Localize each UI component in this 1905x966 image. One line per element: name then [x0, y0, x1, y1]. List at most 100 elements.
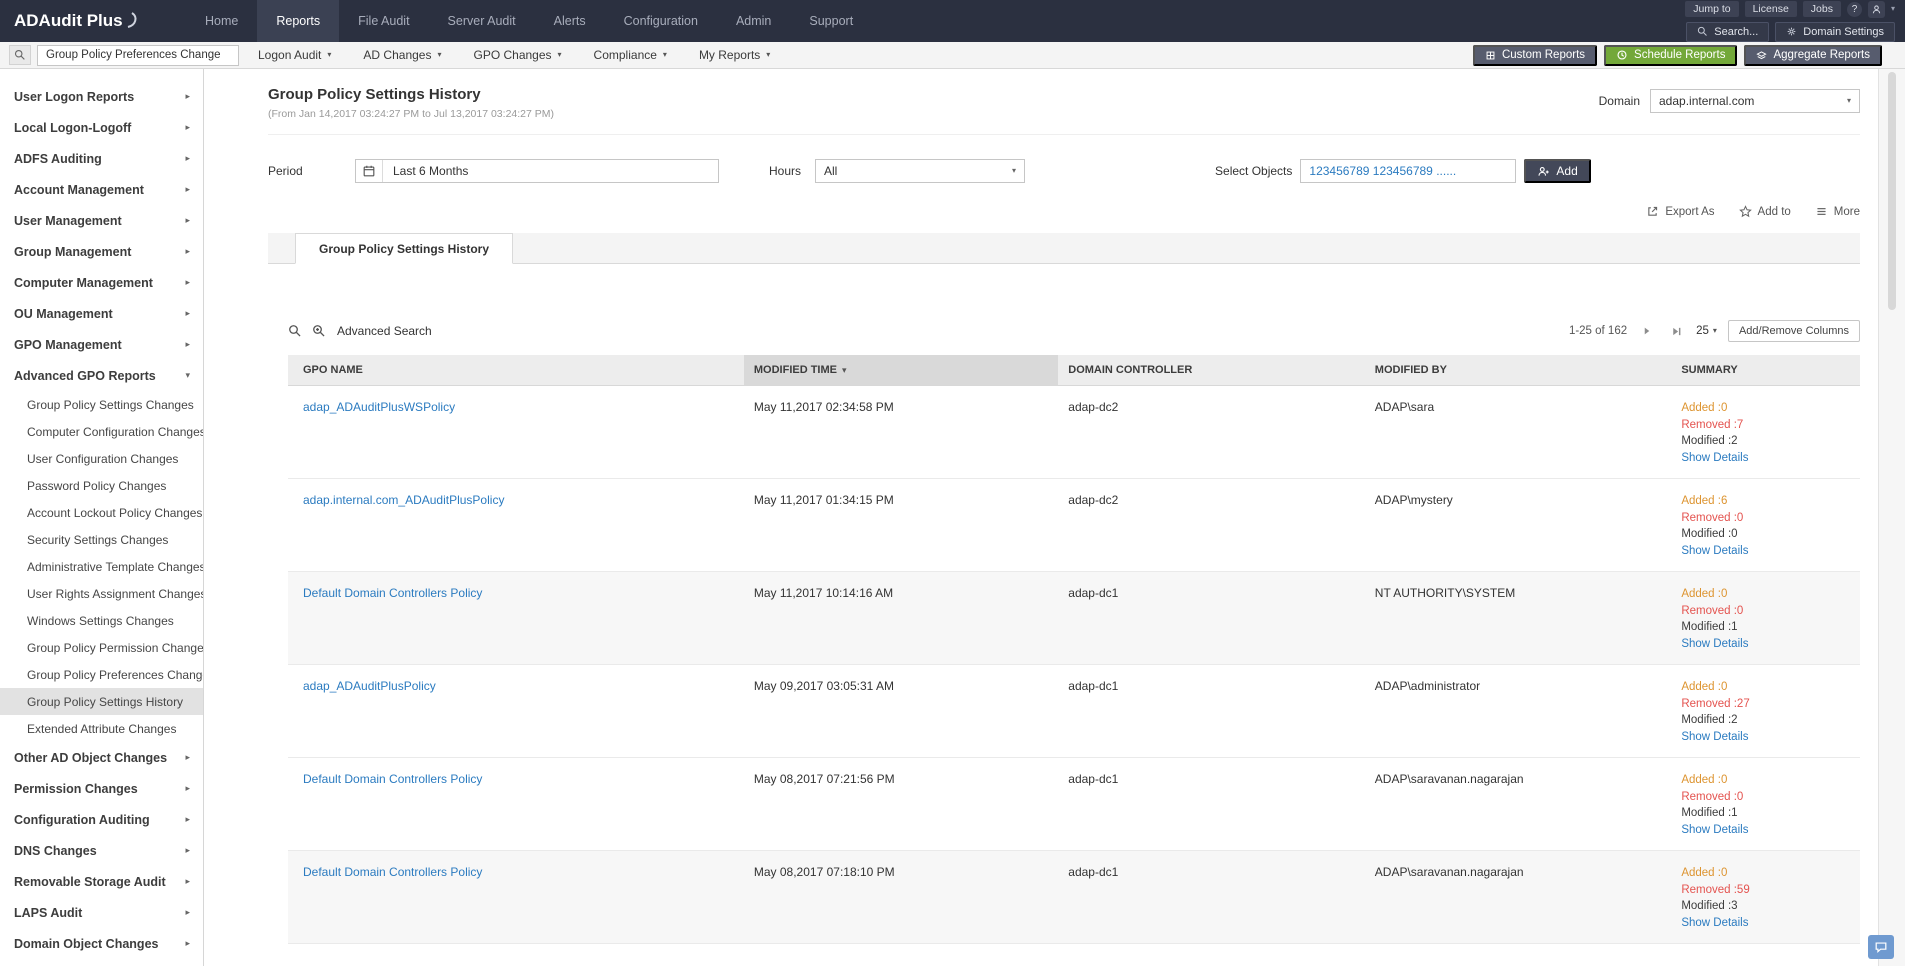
sidebar-item-gpo-management[interactable]: GPO Management▸	[0, 329, 203, 360]
sidebar-item-permission-changes[interactable]: Permission Changes▸	[0, 773, 203, 804]
menu-gpo-changes[interactable]: GPO Changes ▾	[460, 42, 574, 68]
show-details-link[interactable]: Show Details	[1681, 729, 1850, 746]
sidebar-item-other-ad-object-changes[interactable]: Other AD Object Changes▸	[0, 742, 203, 773]
advanced-search-label[interactable]: Advanced Search	[337, 324, 432, 338]
sidebar-item-domain-object-changes[interactable]: Domain Object Changes▸	[0, 928, 203, 959]
sidebar-subitem-group-policy-settings-history[interactable]: Group Policy Settings History	[0, 688, 203, 715]
sidebar-subitem-group-policy-preferences-changes[interactable]: Group Policy Preferences Changes	[0, 661, 203, 688]
license-link[interactable]: License	[1745, 1, 1797, 17]
summary-removed: Removed :59	[1681, 882, 1850, 899]
advanced-search-icon[interactable]	[312, 324, 326, 338]
last-page-icon[interactable]	[1667, 323, 1685, 339]
next-page-icon[interactable]	[1638, 323, 1656, 339]
add-remove-columns-button[interactable]: Add/Remove Columns	[1728, 320, 1860, 342]
gpo-name-link[interactable]: Default Domain Controllers Policy	[303, 865, 482, 879]
gpo-name-link[interactable]: Default Domain Controllers Policy	[303, 772, 482, 786]
menu-compliance[interactable]: Compliance ▾	[581, 42, 680, 68]
gpo-name-link[interactable]: adap_ADAuditPlusWSPolicy	[303, 400, 455, 414]
column-header-gpo-name[interactable]: GPO NAME	[288, 355, 744, 386]
nav-tab-admin[interactable]: Admin	[717, 0, 790, 42]
summary-removed: Removed :0	[1681, 510, 1850, 527]
show-details-link[interactable]: Show Details	[1681, 543, 1850, 560]
app-logo[interactable]: ADAudit Plus	[0, 0, 186, 42]
page-size-select[interactable]: 25 ▾	[1696, 325, 1717, 337]
jobs-link[interactable]: Jobs	[1803, 1, 1841, 17]
sidebar-item-laps-audit[interactable]: LAPS Audit▸	[0, 897, 203, 928]
summary-modified: Modified :1	[1681, 805, 1850, 822]
add-objects-button[interactable]: Add	[1524, 159, 1590, 183]
sidebar-subitem-user-configuration-changes[interactable]: User Configuration Changes	[0, 445, 203, 472]
sidebar-subitem-group-policy-settings-changes[interactable]: Group Policy Settings Changes	[0, 391, 203, 418]
sidebar-item-removable-storage-audit[interactable]: Removable Storage Audit▸	[0, 866, 203, 897]
sidebar-item-group-management[interactable]: Group Management▸	[0, 236, 203, 267]
sidebar-item-account-management[interactable]: Account Management▸	[0, 174, 203, 205]
nav-tab-configuration[interactable]: Configuration	[605, 0, 717, 42]
sidebar-item-ou-management[interactable]: OU Management▸	[0, 298, 203, 329]
nav-tab-reports[interactable]: Reports	[257, 0, 339, 42]
sidebar-item-advanced-gpo-reports[interactable]: Advanced GPO Reports▾	[0, 360, 203, 391]
menu-logon-audit[interactable]: Logon Audit ▾	[245, 42, 344, 68]
add-to-action[interactable]: Add to	[1739, 205, 1791, 218]
show-details-link[interactable]: Show Details	[1681, 915, 1850, 932]
nav-tab-alerts[interactable]: Alerts	[535, 0, 605, 42]
sidebar-subitem-extended-attribute-changes[interactable]: Extended Attribute Changes	[0, 715, 203, 742]
menu-ad-changes[interactable]: AD Changes ▾	[350, 42, 454, 68]
sidebar-item-configuration-auditing[interactable]: Configuration Auditing▸	[0, 804, 203, 835]
sidebar-item-computer-management[interactable]: Computer Management▸	[0, 267, 203, 298]
nav-tab-support[interactable]: Support	[790, 0, 872, 42]
user-menu-caret-icon[interactable]: ▾	[1891, 5, 1895, 13]
gpo-name-link[interactable]: adap.internal.com_ADAuditPlusPolicy	[303, 493, 504, 507]
table-pagination: 1-25 of 162 25 ▾ Add/Remove Columns	[1569, 320, 1860, 342]
grid-icon	[1485, 50, 1496, 61]
user-avatar[interactable]	[1868, 1, 1885, 18]
hours-select[interactable]: All ▾	[815, 159, 1025, 183]
gpo-name-link[interactable]: adap_ADAuditPlusPolicy	[303, 679, 436, 693]
page-title: Group Policy Settings History	[268, 86, 554, 103]
select-objects-label: Select Objects	[1215, 164, 1292, 178]
period-picker[interactable]: Last 6 Months	[355, 159, 719, 183]
select-objects-input[interactable]: 123456789 123456789 ......	[1300, 159, 1516, 183]
nav-tab-server-audit[interactable]: Server Audit	[429, 0, 535, 42]
sidebar-subitem-account-lockout-policy-changes[interactable]: Account Lockout Policy Changes	[0, 499, 203, 526]
column-header-modified-time[interactable]: MODIFIED TIME▾	[744, 355, 1058, 386]
report-search-input[interactable]: Group Policy Preferences Change	[37, 45, 239, 66]
global-search-button[interactable]: Search...	[1686, 22, 1769, 42]
export-as-action[interactable]: Export As	[1646, 205, 1714, 218]
sidebar-subitem-administrative-template-changes[interactable]: Administrative Template Changes	[0, 553, 203, 580]
sidebar-subitem-security-settings-changes[interactable]: Security Settings Changes	[0, 526, 203, 553]
sidebar-subitem-group-policy-permission-changes[interactable]: Group Policy Permission Changes	[0, 634, 203, 661]
nav-tab-home[interactable]: Home	[186, 0, 257, 42]
schedule-reports-button[interactable]: Schedule Reports	[1604, 45, 1737, 66]
show-details-link[interactable]: Show Details	[1681, 450, 1850, 467]
show-details-link[interactable]: Show Details	[1681, 636, 1850, 653]
nav-tab-file-audit[interactable]: File Audit	[339, 0, 428, 42]
search-icon[interactable]	[288, 324, 302, 338]
sidebar-item-user-management[interactable]: User Management▸	[0, 205, 203, 236]
gpo-name-link[interactable]: Default Domain Controllers Policy	[303, 586, 482, 600]
column-header-modified-by[interactable]: MODIFIED BY	[1365, 355, 1672, 386]
menu-my-reports[interactable]: My Reports ▾	[686, 42, 783, 68]
sidebar-item-adfs-auditing[interactable]: ADFS Auditing▸	[0, 143, 203, 174]
sidebar-subitem-windows-settings-changes[interactable]: Windows Settings Changes	[0, 607, 203, 634]
column-header-domain-controller[interactable]: DOMAIN CONTROLLER	[1058, 355, 1365, 386]
column-header-summary[interactable]: SUMMARY	[1671, 355, 1860, 386]
show-details-link[interactable]: Show Details	[1681, 822, 1850, 839]
calendar-icon[interactable]	[356, 160, 383, 182]
sidebar-subitem-computer-configuration-changes[interactable]: Computer Configuration Changes	[0, 418, 203, 445]
domain-select[interactable]: adap.internal.com ▾	[1650, 89, 1860, 113]
sidebar-subitem-user-rights-assignment-changes[interactable]: User Rights Assignment Changes	[0, 580, 203, 607]
more-action[interactable]: More	[1815, 205, 1860, 218]
tab-group-policy-settings-history[interactable]: Group Policy Settings History	[295, 233, 513, 264]
report-search-icon[interactable]	[9, 45, 31, 65]
sidebar-item-dns-changes[interactable]: DNS Changes▸	[0, 835, 203, 866]
custom-reports-button[interactable]: Custom Reports	[1473, 45, 1597, 66]
chat-widget-button[interactable]	[1868, 935, 1894, 959]
scrollbar-thumb[interactable]	[1888, 72, 1896, 310]
sidebar-subitem-password-policy-changes[interactable]: Password Policy Changes	[0, 472, 203, 499]
domain-settings-button[interactable]: Domain Settings	[1775, 22, 1895, 42]
sidebar-item-local-logon-logoff[interactable]: Local Logon-Logoff▸	[0, 112, 203, 143]
jump-to-link[interactable]: Jump to	[1685, 1, 1738, 17]
aggregate-reports-button[interactable]: Aggregate Reports	[1744, 45, 1882, 66]
sidebar-item-user-logon-reports[interactable]: User Logon Reports▸	[0, 81, 203, 112]
help-icon[interactable]: ?	[1847, 2, 1862, 17]
